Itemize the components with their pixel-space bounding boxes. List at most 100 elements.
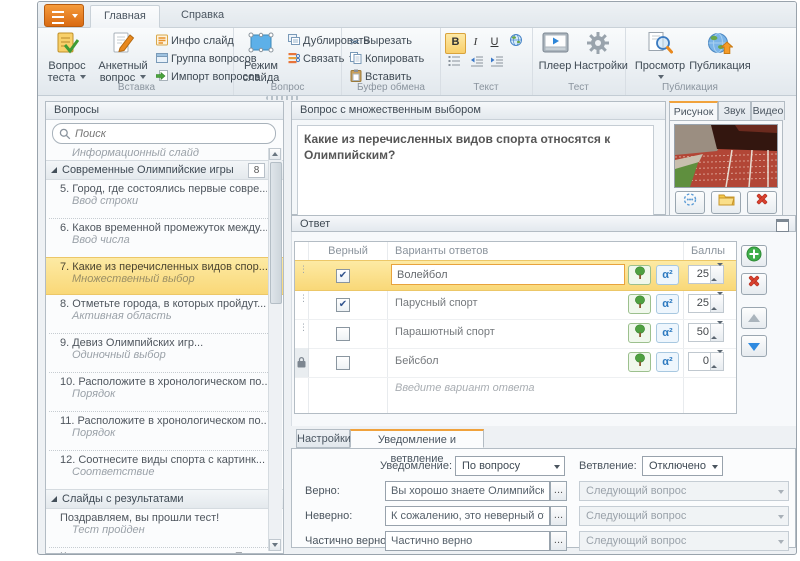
publish-label: Публикация [689,60,750,72]
item-title: 12. Соотнесите виды спорта с картинк... [60,454,267,466]
branching-dropdown[interactable]: Отключено [642,456,723,476]
list-item[interactable]: Поздравляем, вы прошли тест! Тест пройде… [46,509,283,547]
scroll-up-button[interactable] [269,148,281,160]
notification-dropdown[interactable]: По вопросу [455,456,565,476]
incorrect-message-input[interactable] [385,506,550,526]
settings-button[interactable]: Настройки [574,31,622,72]
search-input[interactable] [73,125,267,142]
list-item-selected[interactable]: 7. Какие из перечисленных видов спор... … [46,257,283,295]
group-row-result-slides[interactable]: Слайды с результатами [46,489,283,509]
application-menu-button[interactable] [44,4,84,27]
picture-options-button[interactable] [675,191,705,214]
tab-audio[interactable]: Звук [718,101,751,120]
bold-button[interactable]: B [445,33,466,54]
italic-button[interactable]: I [466,33,485,52]
list-item[interactable]: 11. Расположите в хронологическом по... … [46,412,283,450]
list-item-partial-subtitle[interactable]: Информационный слайд [46,146,283,160]
answer-text-input[interactable] [391,264,625,285]
underline-button[interactable]: U [485,33,504,52]
list-item[interactable]: 8. Отметьте города, в которых пройдут...… [46,295,283,333]
splitter-grip[interactable] [266,96,300,100]
points-field[interactable]: 25 [688,294,724,313]
list-item[interactable]: 10. Расположите в хронологическом по... … [46,373,283,411]
dropdown-arrow-icon [554,465,560,469]
correct-checkbox-unchecked[interactable] [336,356,350,370]
answer-formula-button[interactable]: α² [656,352,679,372]
answer-text[interactable]: Бейсбол [395,355,439,367]
answer-image-button[interactable] [628,352,651,372]
collapse-panel-icon[interactable] [776,219,789,232]
answer-formula-button[interactable]: α² [656,323,679,343]
survey-question-button[interactable]: Анкетный вопрос [94,31,152,84]
increase-indent-button[interactable] [487,55,506,74]
correct-message-input[interactable] [385,481,550,501]
answer-image-button[interactable] [628,323,651,343]
drag-handle-icon[interactable]: ⋮ [299,326,308,331]
add-answer-button[interactable] [741,245,767,267]
drag-handle-icon[interactable]: ⋮ [299,297,308,302]
answer-row[interactable]: ⋮ α² 25 [295,260,736,291]
copy-button[interactable]: Копировать [350,51,424,67]
answer-row[interactable]: ⋮ Парашютный спорт α² 50 [295,319,736,349]
points-spinner[interactable] [710,324,723,341]
answer-formula-button[interactable]: α² [656,265,679,285]
player-button[interactable]: Плеер [536,31,574,72]
publish-button[interactable]: Публикация [689,31,751,72]
answer-row-locked[interactable]: Бейсбол α² 0 [295,348,736,378]
question-text-editor[interactable]: Какие из перечисленных видов спорта отно… [297,125,654,216]
new-answer-placeholder[interactable]: Введите вариант ответа [395,382,535,394]
points-spinner[interactable] [710,295,723,312]
list-item[interactable]: К сожалению, вы не прошли тест. Поп... Т… [46,548,283,553]
search-box[interactable] [52,123,276,144]
list-item[interactable]: 12. Соотнесите виды спорта с картинк... … [46,451,283,489]
hyperlink-globe-button[interactable] [506,33,525,52]
correct-checkbox-checked[interactable] [336,298,350,312]
correct-checkbox-checked[interactable] [336,269,350,283]
slide-mode-button[interactable]: Режим слайда [238,31,284,84]
list-item[interactable]: 9. Девиз Олимпийских игр... Одиночный вы… [46,334,283,372]
sidebar-scrollbar[interactable] [268,148,282,551]
points-field[interactable]: 0 [688,352,724,371]
drag-handle-icon[interactable]: ⋮ [299,268,308,273]
correct-more-button[interactable]: ... [550,481,567,501]
list-button[interactable] [445,55,464,74]
delete-picture-button[interactable] [747,191,777,214]
answer-image-button[interactable] [628,265,651,285]
tab-home[interactable]: Главная [90,5,160,28]
correct-checkbox-unchecked[interactable] [336,327,350,341]
add-icon [746,246,762,262]
partially-correct-message-input[interactable] [385,531,550,551]
question-test-button[interactable]: Вопрос теста [42,31,92,84]
answer-row[interactable]: ⋮ Парусный спорт α² 25 [295,290,736,320]
tab-settings[interactable]: Настройки [296,429,350,448]
points-field[interactable]: 25 [688,265,724,284]
list-item[interactable]: 6. Каков временной промежуток между... В… [46,219,283,257]
decrease-indent-button[interactable] [467,55,486,74]
preview-button[interactable]: Просмотр [633,31,687,84]
move-down-button[interactable] [741,335,767,357]
answer-text[interactable]: Парусный спорт [395,297,478,309]
delete-answer-button[interactable] [741,273,767,295]
open-picture-button[interactable] [711,191,741,214]
tab-help[interactable]: Справка [168,5,237,26]
points-spinner[interactable] [710,266,723,283]
scrollbar-thumb[interactable] [270,162,282,304]
scroll-down-button[interactable] [269,539,281,551]
tab-picture[interactable]: Рисунок [669,101,718,120]
info-slide-button[interactable]: Инфо слайд [156,33,234,49]
question-picture-thumbnail[interactable] [674,124,778,188]
partially-correct-more-button[interactable]: ... [550,531,567,551]
answer-text[interactable]: Парашютный спорт [395,326,495,338]
cut-button[interactable]: ✂Вырезать [350,33,412,49]
points-spinner[interactable] [710,353,723,370]
tab-video[interactable]: Видео [751,101,785,120]
group-row-olympic-games[interactable]: Современные Олимпийские игры 8 [46,160,283,180]
move-up-button[interactable] [741,307,767,329]
down-arrow-icon [748,343,760,351]
answer-formula-button[interactable]: α² [656,294,679,314]
answer-image-button[interactable] [628,294,651,314]
tab-feedback-branching[interactable]: Уведомление и ветвление [350,429,484,448]
incorrect-more-button[interactable]: ... [550,506,567,526]
list-item[interactable]: 5. Город, где состоялись первые совре...… [46,180,283,218]
points-field[interactable]: 50 [688,323,724,342]
